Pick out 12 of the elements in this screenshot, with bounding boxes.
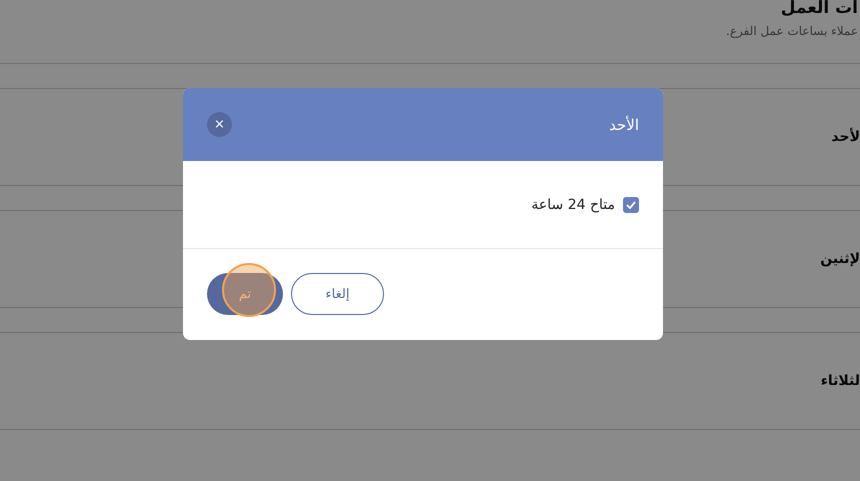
checkbox[interactable] <box>623 196 639 212</box>
section-title: ات العمل <box>780 0 858 20</box>
dialog-title: الأحد <box>609 116 639 134</box>
cancel-button[interactable]: إلغاء <box>291 273 384 315</box>
touch-indicator <box>222 263 276 317</box>
day-label: لثلاثاء <box>820 373 860 389</box>
day-label: لأحد <box>831 129 860 145</box>
close-button[interactable]: × <box>207 112 232 137</box>
day-label: لإثنين <box>820 251 860 267</box>
section-subtitle: عملاء بساعات عمل الفرع. <box>725 24 858 38</box>
check-icon <box>626 200 636 208</box>
checkbox-label: متاح 24 ساعة <box>531 196 615 212</box>
